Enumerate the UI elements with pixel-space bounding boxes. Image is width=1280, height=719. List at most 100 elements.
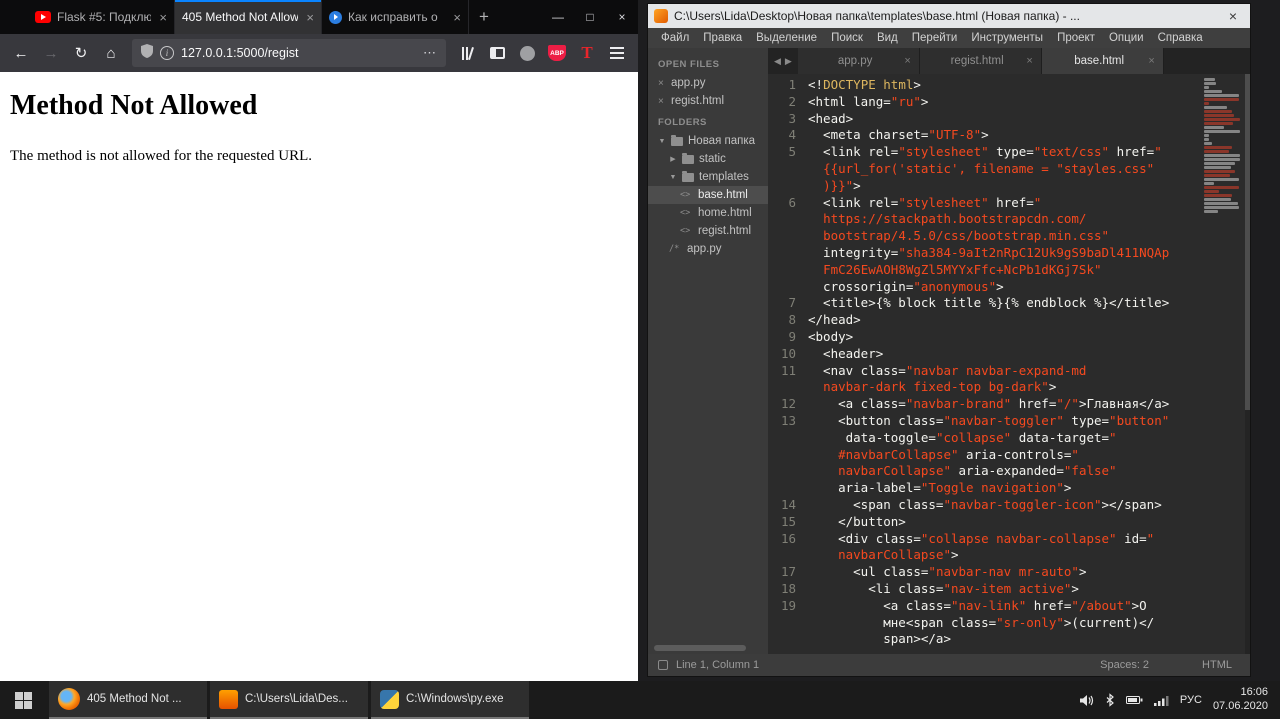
menu-item[interactable]: Инструменты (964, 32, 1050, 44)
code-row[interactable]: navbar-dark fixed-top bg-dark"> (768, 379, 1250, 396)
battery-icon[interactable] (1125, 695, 1143, 705)
code-row[interactable]: 19 <a class="nav-link" href="/about">О (768, 598, 1250, 615)
close-file-icon[interactable]: × (658, 78, 666, 89)
code-row[interactable]: мне<span class="sr-only">(current)</ (768, 615, 1250, 632)
code-row[interactable]: 12 <a class="navbar-brand" href="/">Глав… (768, 396, 1250, 413)
code-row[interactable]: 13 <button class="navbar-toggler" type="… (768, 413, 1250, 430)
code-row[interactable]: 8 </head> (768, 312, 1250, 329)
code-row[interactable]: span></a> (768, 631, 1250, 648)
url-bar[interactable]: i 127.0.0.1:5000/regist ⋯ (132, 39, 446, 67)
menu-item[interactable]: Проект (1050, 32, 1102, 44)
taskbar-app-python[interactable]: C:\Windows\py.exe (371, 681, 529, 719)
shield-icon[interactable] (141, 43, 153, 63)
chevron-down-icon[interactable]: ▼ (669, 174, 677, 181)
code-row[interactable]: 18 <li class="nav-item active"> (768, 581, 1250, 598)
extension-icon[interactable] (514, 40, 540, 66)
code-row[interactable]: 5 <link rel="stylesheet" type="text/css"… (768, 144, 1250, 161)
tree-folder-item[interactable]: ▼ Новая папка (648, 132, 768, 150)
reload-button[interactable]: ↻ (68, 40, 94, 66)
code-row[interactable]: 6 <link rel="stylesheet" href=" (768, 195, 1250, 212)
taskbar-app-sublime[interactable]: C:\Users\Lida\Des... (210, 681, 368, 719)
library-icon[interactable] (454, 40, 480, 66)
new-tab-button[interactable]: + (469, 0, 499, 34)
close-button[interactable]: × (1218, 4, 1248, 28)
open-file-item[interactable]: × regist.html (648, 92, 768, 110)
tab-close-icon[interactable]: × (904, 55, 910, 67)
tree-folder-item[interactable]: ▶ static (648, 150, 768, 168)
url-text[interactable]: 127.0.0.1:5000/regist (181, 46, 416, 60)
tree-folder-item[interactable]: ▼ templates (648, 168, 768, 186)
code-row[interactable]: navbarCollapse"> (768, 547, 1250, 564)
sublime-titlebar[interactable]: C:\Users\Lida\Desktop\Новая папка\templa… (648, 4, 1250, 28)
code-row[interactable]: 9 <body> (768, 329, 1250, 346)
code-row[interactable]: data-toggle="collapse" data-target=" (768, 430, 1250, 447)
tree-file-item[interactable]: <> base.html (648, 186, 768, 204)
browser-tab[interactable]: Flask #5: Подклю × (28, 0, 175, 34)
tab-scroll-left-icon[interactable]: ◀ (774, 56, 781, 67)
status-icon[interactable] (658, 660, 668, 670)
page-actions-icon[interactable]: ⋯ (423, 45, 437, 61)
tab-scroll-right-icon[interactable]: ▶ (785, 56, 792, 67)
network-icon[interactable] (1153, 695, 1169, 706)
indent-setting[interactable]: Spaces: 2 (1100, 659, 1149, 671)
menu-item[interactable]: Правка (696, 32, 749, 44)
forward-button[interactable]: → (38, 40, 64, 66)
code-row[interactable]: https://stackpath.bootstrapcdn.com/ (768, 211, 1250, 228)
sidebar-toggle-icon[interactable] (484, 40, 510, 66)
code-row[interactable]: FmC26EwAOH8WgZl5MYYxFfc+NcPb1dKGj7Sk" (768, 262, 1250, 279)
tree-file-item[interactable]: <> regist.html (648, 222, 768, 240)
chevron-down-icon[interactable]: ▼ (658, 138, 666, 145)
menu-item[interactable]: Справка (1151, 32, 1210, 44)
translator-extension-icon[interactable]: T (574, 40, 600, 66)
code-row[interactable]: )}}"> (768, 178, 1250, 195)
menu-item[interactable]: Выделение (749, 32, 824, 44)
adblock-icon[interactable]: ABP (544, 40, 570, 66)
code-row[interactable]: 7 <title>{% block title %}{% endblock %}… (768, 295, 1250, 312)
editor-tab[interactable]: base.html × (1041, 48, 1164, 74)
tab-close-icon[interactable]: × (451, 10, 461, 25)
start-button[interactable] (0, 681, 46, 719)
menu-item[interactable]: Опции (1102, 32, 1151, 44)
taskbar-app-firefox[interactable]: 405 Method Not ... (49, 681, 207, 719)
bluetooth-icon[interactable] (1105, 693, 1115, 707)
code-row[interactable]: 17 <ul class="navbar-nav mr-auto"> (768, 564, 1250, 581)
code-row[interactable]: 4 <meta charset="UTF-8"> (768, 127, 1250, 144)
close-file-icon[interactable]: × (658, 96, 666, 107)
menu-icon[interactable] (604, 40, 630, 66)
code-row[interactable]: navbarCollapse" aria-expanded="false" (768, 463, 1250, 480)
menu-item[interactable]: Поиск (824, 32, 870, 44)
code-row[interactable]: integrity="sha384-9aIt2nRpC12Uk9gS9baDl4… (768, 245, 1250, 262)
code-area[interactable]: 1 <!DOCTYPE html> 2 <html lang="ru"> 3 <head>… (768, 77, 1250, 648)
minimap[interactable] (1204, 78, 1242, 214)
editor-scrollbar[interactable] (1245, 74, 1250, 654)
code-row[interactable]: aria-label="Toggle navigation"> (768, 480, 1250, 497)
close-button[interactable]: × (606, 0, 638, 34)
home-button[interactable]: ⌂ (98, 40, 124, 66)
code-row[interactable]: 3 <head> (768, 111, 1250, 128)
open-file-item[interactable]: × app.py (648, 74, 768, 92)
minimize-button[interactable]: — (542, 0, 574, 34)
chevron-right-icon[interactable]: ▶ (669, 155, 677, 163)
tab-close-icon[interactable]: × (1148, 55, 1154, 67)
volume-icon[interactable] (1079, 694, 1094, 707)
code-row[interactable]: crossorigin="anonymous"> (768, 279, 1250, 296)
editor-tab[interactable]: regist.html × (919, 48, 1042, 74)
code-row[interactable]: bootstrap/4.5.0/css/bootstrap.min.css" (768, 228, 1250, 245)
editor-tab[interactable]: app.py × (797, 48, 920, 74)
code-row[interactable]: #navbarCollapse" aria-controls=" (768, 447, 1250, 464)
menu-item[interactable]: Перейти (905, 32, 965, 44)
menu-item[interactable]: Файл (654, 32, 696, 44)
code-row[interactable]: 15 </button> (768, 514, 1250, 531)
sidebar-hscrollbar[interactable] (654, 645, 746, 651)
back-button[interactable]: ← (8, 40, 34, 66)
tab-close-icon[interactable]: × (1026, 55, 1032, 67)
browser-tab[interactable]: Как исправить о × (322, 0, 469, 34)
tree-file-item[interactable]: /* app.py (648, 240, 768, 258)
code-row[interactable]: 11 <nav class="navbar navbar-expand-md (768, 363, 1250, 380)
language-indicator[interactable]: РУС (1180, 694, 1202, 706)
code-row[interactable]: 10 <header> (768, 346, 1250, 363)
code-row[interactable]: 2 <html lang="ru"> (768, 94, 1250, 111)
tab-close-icon[interactable]: × (157, 10, 167, 25)
tree-file-item[interactable]: <> home.html (648, 204, 768, 222)
code-row[interactable]: 16 <div class="collapse navbar-collapse"… (768, 531, 1250, 548)
